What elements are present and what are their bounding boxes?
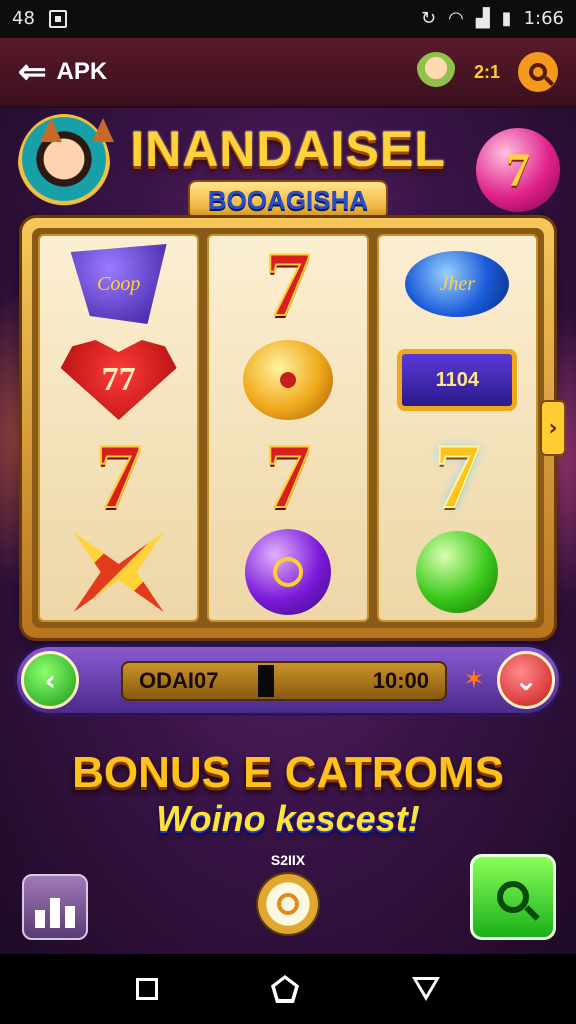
arrow-left-icon: ⇐ xyxy=(18,53,47,91)
home-icon[interactable] xyxy=(270,975,299,1003)
seven-symbol: 7 xyxy=(264,425,312,527)
back-label: APK xyxy=(56,58,108,85)
reel-symbol: 7 xyxy=(397,425,517,527)
timer-button[interactable] xyxy=(256,872,320,936)
reel-2: 7 7 xyxy=(207,233,369,622)
reel-symbol: 77 xyxy=(59,334,179,426)
stats-button[interactable] xyxy=(22,874,88,940)
coin-dot xyxy=(279,372,296,388)
reel-symbol: Coop xyxy=(59,238,179,330)
symbol-text: Jher xyxy=(439,272,476,295)
reel-symbol xyxy=(228,526,348,618)
purple-orb-symbol xyxy=(244,529,331,615)
reel-symbol xyxy=(228,334,348,426)
balance-divider xyxy=(258,665,275,697)
bonus-title: BONUS E CATROMS xyxy=(72,748,504,797)
game-area: INANDAISEL BOOAGISHA 7 Coop 77 7 7 7 Jhe… xyxy=(0,108,576,954)
star-icon: ✶ xyxy=(463,665,485,695)
reel-symbol xyxy=(397,526,517,618)
wifi-icon: ◠ xyxy=(448,8,464,29)
game-subtitle: BOOAGISHA xyxy=(188,180,388,220)
image-icon xyxy=(48,10,67,28)
reel-symbol: 7 xyxy=(228,233,348,335)
status-left-text: 48 xyxy=(12,8,35,29)
chevron-down-icon: ⌄ xyxy=(514,663,538,697)
balance-label: ODAI07 xyxy=(139,668,219,693)
reel-symbol: 7 xyxy=(59,425,179,527)
bonus-orb-symbol: 7 xyxy=(506,143,530,197)
balance-panel: ODAI07 10:00 xyxy=(121,661,447,701)
reel-3: Jher 1104 7 xyxy=(376,234,538,622)
seven-symbol: 7 xyxy=(264,233,312,335)
reel-symbol: 1104 xyxy=(397,334,518,426)
coin-symbol xyxy=(242,340,333,420)
symbol-text: 1104 xyxy=(435,368,479,391)
back-button[interactable]: ⇐ APK xyxy=(18,55,107,89)
balance-value: 10:00 xyxy=(372,668,429,693)
bar-chart-icon xyxy=(65,906,75,928)
bonus-subtitle: Woino kescest! xyxy=(156,798,420,839)
coin-count: 2:1 xyxy=(473,61,500,82)
blue-oval-symbol: Jher xyxy=(405,251,510,317)
bar-chart-icon xyxy=(35,910,45,928)
signal-icon: ▟ xyxy=(475,8,490,29)
heart-symbol: 77 xyxy=(60,340,177,420)
back-triangle-icon[interactable] xyxy=(411,977,440,1001)
recents-icon[interactable] xyxy=(136,978,159,1000)
reel-1: Coop 77 7 xyxy=(38,234,200,622)
battery-icon: ▮ xyxy=(501,8,512,29)
timer-label: S2IIX xyxy=(270,852,306,868)
reel-symbol: 7 xyxy=(228,425,348,527)
reel-symbol: Jher xyxy=(397,238,517,330)
plaque-symbol: 1104 xyxy=(397,349,518,411)
symbol-text: 77 xyxy=(101,361,136,398)
bow-symbol xyxy=(73,532,164,612)
symbol-text: Coop xyxy=(96,272,141,295)
slot-machine: Coop 77 7 7 7 Jher 1104 7 xyxy=(22,218,554,638)
status-time: 1:66 xyxy=(523,8,564,29)
reels: Coop 77 7 7 7 Jher 1104 7 xyxy=(32,228,544,628)
chevron-right-icon[interactable]: › xyxy=(540,400,566,456)
bonus-orb[interactable]: 7 xyxy=(476,128,560,212)
apple-symbol xyxy=(416,531,499,613)
system-nav-bar xyxy=(0,954,576,1024)
search-icon xyxy=(497,881,529,913)
status-bar: 48 ↻ ◠ ▟ ▮ 1:66 xyxy=(0,0,576,38)
gold-seven-symbol: 7 xyxy=(433,425,481,527)
seven-symbol: 7 xyxy=(95,425,143,527)
mascot-icon xyxy=(415,52,456,92)
orb-ring xyxy=(272,557,303,587)
search-icon xyxy=(529,63,547,81)
bar-chart-icon xyxy=(50,898,60,928)
spin-button[interactable]: ‹ xyxy=(21,651,79,709)
stop-button[interactable]: ⌄ xyxy=(497,651,555,709)
timer-icon xyxy=(277,893,299,915)
chevron-left-icon: ‹ xyxy=(44,663,56,697)
shield-symbol: Coop xyxy=(70,244,167,324)
reel-symbol xyxy=(59,526,179,618)
search-game-button[interactable] xyxy=(470,854,556,940)
control-bar: ‹ ODAI07 10:00 ✶ ⌄ xyxy=(14,644,562,716)
sync-icon: ↻ xyxy=(421,8,437,29)
search-button[interactable] xyxy=(518,52,558,92)
app-bar: ⇐ APK 2:1 xyxy=(0,38,576,108)
